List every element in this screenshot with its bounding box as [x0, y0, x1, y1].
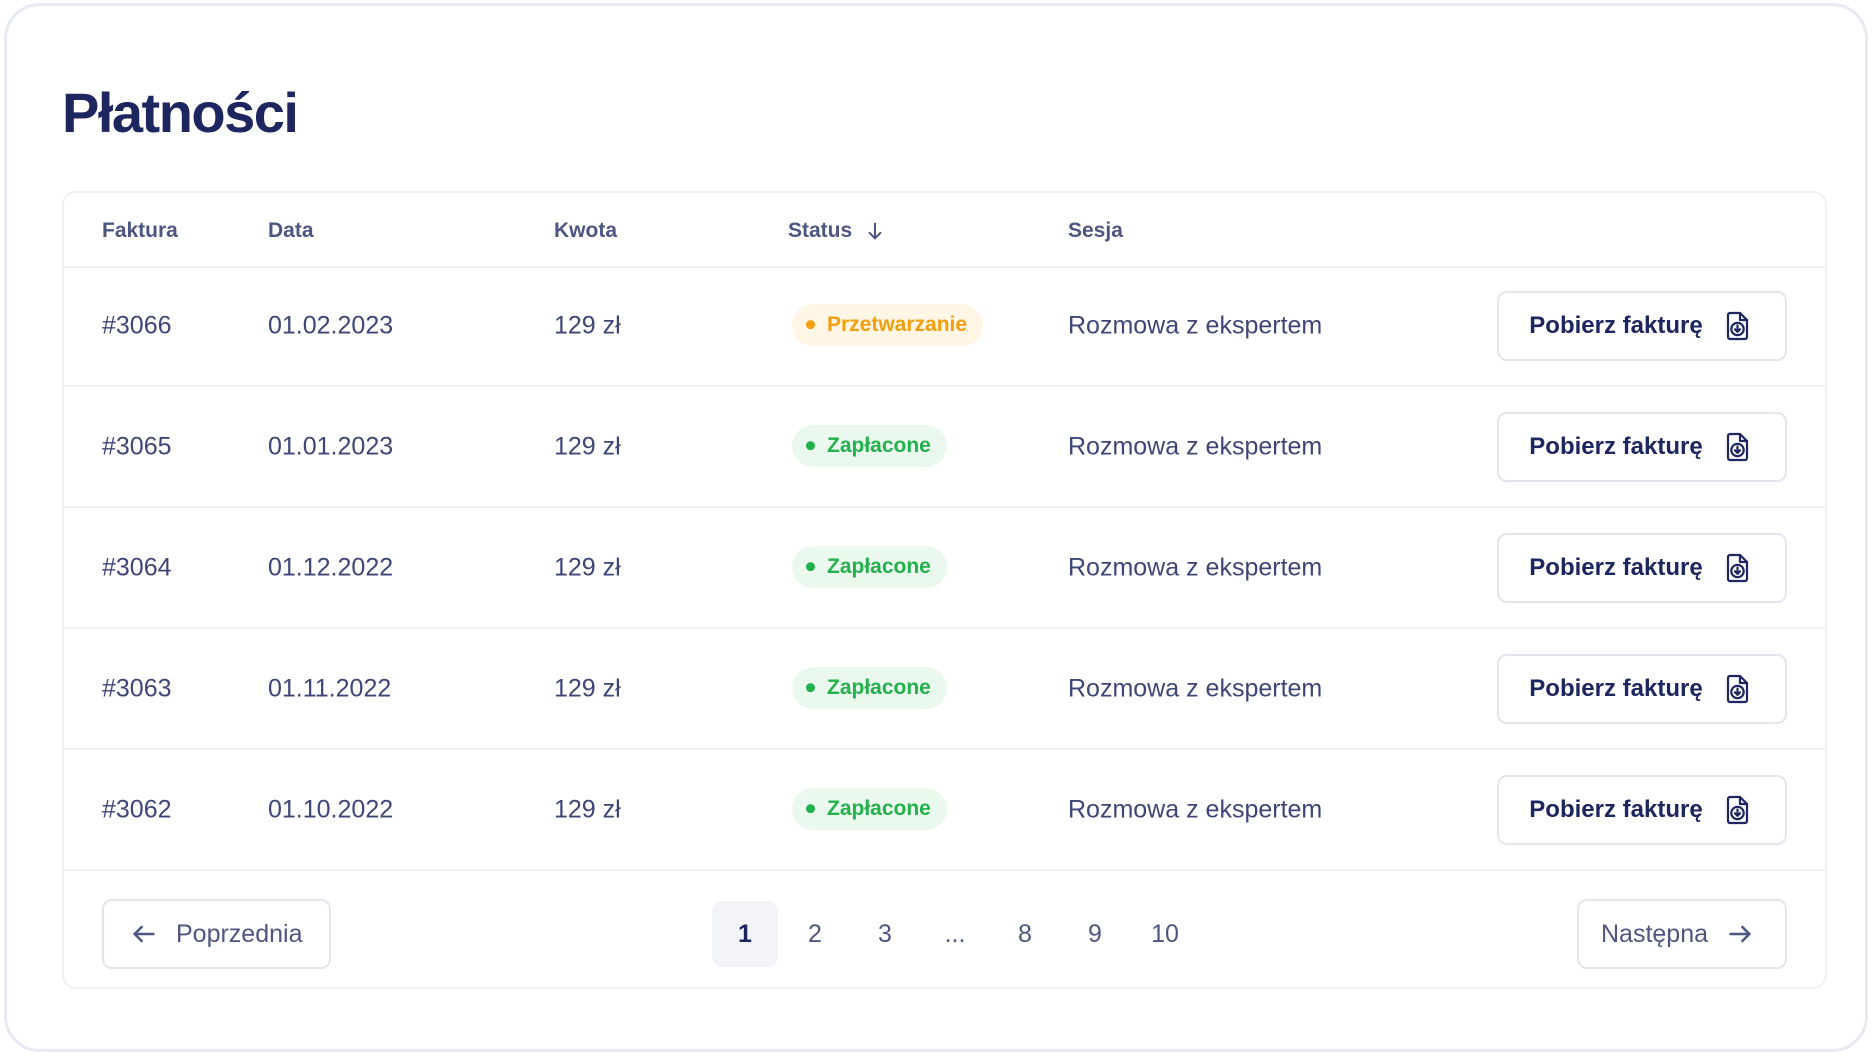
status-label: Zapłacone	[827, 796, 931, 820]
invoice-date: 01.12.2022	[268, 553, 394, 581]
download-invoice-label: Pobierz fakturę	[1529, 432, 1703, 460]
invoice-number: #3065	[102, 432, 172, 460]
table-row: #3065 01.01.2023 129 zł Zapłacone Rozmowa z …	[64, 387, 1825, 508]
next-page-label: Następna	[1601, 919, 1709, 948]
table-row: #3064 01.12.2022 129 zł Zapłacone Rozmowa z …	[64, 508, 1825, 629]
download-invoice-button[interactable]: Pobierz fakturę	[1497, 290, 1787, 361]
download-invoice-button[interactable]: Pobierz fakturę	[1497, 774, 1787, 845]
status-label: Zapłacone	[827, 675, 931, 699]
previous-page-button[interactable]: Poprzednia	[102, 899, 331, 969]
column-header-date: Data	[268, 219, 314, 242]
invoice-number: #3064	[102, 553, 172, 581]
invoice-number: #3066	[102, 311, 172, 339]
invoice-date: 01.01.2023	[268, 432, 394, 460]
session-type: Rozmowa z ekspertem	[1068, 553, 1323, 581]
status-badge: Zapłacone	[792, 424, 947, 467]
invoice-amount: 129 zł	[554, 432, 621, 460]
download-invoice-button[interactable]: Pobierz fakturę	[1497, 411, 1787, 482]
status-dot-icon	[806, 441, 815, 451]
status-label: Zapłacone	[827, 554, 931, 578]
status-dot-icon	[806, 683, 815, 693]
status-badge: Zapłacone	[792, 666, 947, 709]
invoice-amount: 129 zł	[554, 795, 621, 823]
page-number-10[interactable]: 10	[1132, 901, 1198, 967]
file-download-icon	[1726, 674, 1748, 703]
download-invoice-label: Pobierz fakturę	[1529, 795, 1703, 823]
invoice-date: 01.02.2023	[268, 311, 394, 339]
page-number-9[interactable]: 9	[1062, 901, 1128, 967]
page-title: Płatności	[62, 81, 299, 144]
session-type: Rozmowa z ekspertem	[1068, 311, 1323, 339]
page-numbers: 1 2 3... 8 9 10	[712, 901, 1202, 967]
file-download-icon	[1726, 553, 1748, 582]
status-badge: Przetwarzanie	[792, 303, 984, 346]
table-row: #3063 01.11.2022 129 zł Zapłacone Rozmowa z …	[64, 629, 1825, 750]
status-badge: Zapłacone	[792, 787, 947, 830]
arrow-right-icon	[1729, 925, 1751, 943]
arrow-left-icon	[133, 925, 155, 943]
status-label: Zapłacone	[827, 433, 931, 457]
invoice-amount: 129 zł	[554, 674, 621, 702]
table-header: Faktura Data Kwota Status Sesja	[64, 193, 1825, 268]
payments-table: Faktura Data Kwota Status Sesja #3066 01.…	[62, 191, 1827, 989]
invoice-amount: 129 zł	[554, 553, 621, 581]
column-header-status-label: Status	[788, 219, 853, 242]
page-number-8[interactable]: 8	[992, 901, 1058, 967]
column-header-amount: Kwota	[554, 219, 617, 242]
column-header-session: Sesja	[1068, 219, 1123, 242]
previous-page-label: Poprzednia	[176, 919, 303, 948]
page-ellipsis: ...	[944, 919, 966, 948]
session-type: Rozmowa z ekspertem	[1068, 432, 1323, 460]
file-download-icon	[1726, 432, 1748, 461]
file-download-icon	[1726, 795, 1748, 824]
invoice-date: 01.11.2022	[268, 674, 392, 702]
payments-panel: Płatności Faktura Data Kwota Status Sesj…	[4, 3, 1868, 1052]
next-page-button[interactable]: Następna	[1577, 899, 1787, 969]
invoice-number: #3063	[102, 674, 172, 702]
download-invoice-button[interactable]: Pobierz fakturę	[1497, 653, 1787, 724]
session-type: Rozmowa z ekspertem	[1068, 795, 1323, 823]
table-row: #3066 01.02.2023 129 zł Przetwarzanie Rozmow…	[64, 266, 1825, 387]
column-header-status[interactable]: Status	[788, 219, 886, 243]
invoice-amount: 129 zł	[554, 311, 621, 339]
status-badge: Zapłacone	[792, 545, 947, 588]
session-type: Rozmowa z ekspertem	[1068, 674, 1323, 702]
page-number-2[interactable]: 2	[782, 901, 848, 967]
page-number-1[interactable]: 1	[712, 901, 778, 967]
invoice-date: 01.10.2022	[268, 795, 394, 823]
download-invoice-label: Pobierz fakturę	[1529, 311, 1703, 339]
arrow-down-icon	[868, 222, 882, 240]
status-dot-icon	[806, 562, 815, 572]
invoice-number: #3062	[102, 795, 172, 823]
page-number-3[interactable]: 3	[852, 901, 918, 967]
download-invoice-label: Pobierz fakturę	[1529, 553, 1703, 581]
download-invoice-label: Pobierz fakturę	[1529, 674, 1703, 702]
column-header-invoice: Faktura	[102, 219, 178, 242]
status-label: Przetwarzanie	[827, 312, 968, 336]
file-download-icon	[1726, 311, 1748, 340]
status-dot-icon	[806, 320, 815, 330]
pagination: Poprzednia 1 2 3... 8 9 10 Następna	[64, 877, 1825, 987]
table-row: #3062 01.10.2022 129 zł Zapłacone Rozmowa z …	[64, 750, 1825, 871]
download-invoice-button[interactable]: Pobierz fakturę	[1497, 532, 1787, 603]
status-dot-icon	[806, 804, 815, 814]
